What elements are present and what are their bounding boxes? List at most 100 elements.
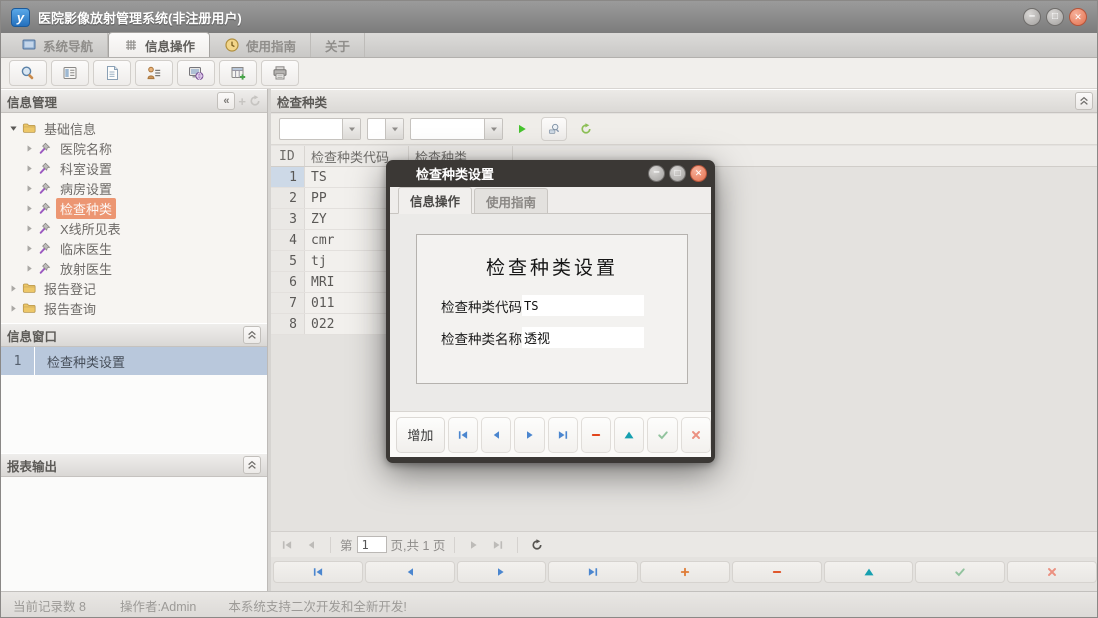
page-first-icon[interactable] [277, 535, 297, 555]
dialog-tab-信息操作[interactable]: 信息操作 [398, 187, 472, 214]
dropdown-caret-icon[interactable] [385, 119, 403, 139]
page-number-input[interactable] [357, 536, 387, 553]
sidebar: 信息管理 « + 基础信息医院名称科室设置病房设置检查种类X线所见表临床医生放射… [1, 89, 268, 591]
tab-关于[interactable]: 关于 [311, 33, 365, 57]
tree-item-科室设置[interactable]: 科室设置 [1, 158, 267, 178]
status-record-count: 当前记录数 8 [13, 596, 86, 615]
toolbar-form-button[interactable] [51, 60, 89, 86]
last-icon [557, 429, 569, 441]
tree-item-医院名称[interactable]: 医院名称 [1, 138, 267, 158]
expander-right-icon[interactable] [25, 264, 34, 273]
dialog-close-button[interactable] [690, 165, 707, 182]
dialog-minimize-button[interactable] [648, 165, 665, 182]
expander-down-icon[interactable] [9, 124, 18, 133]
dropdown-caret-icon[interactable] [484, 119, 502, 139]
tree-item-报告登记[interactable]: 报告登记 [1, 278, 267, 298]
refresh-button[interactable] [573, 117, 599, 141]
column-header[interactable]: ID [271, 146, 305, 166]
bottom-up-button[interactable] [824, 561, 914, 583]
toolbar-table-add-button[interactable] [219, 60, 257, 86]
dialog-x-button[interactable] [681, 417, 711, 453]
dialog-tab-使用指南[interactable]: 使用指南 [474, 188, 548, 213]
titlebar: y 医院影像放射管理系统(非注册用户) [1, 1, 1097, 33]
close-button[interactable] [1069, 8, 1087, 26]
dialog-check-button[interactable] [647, 417, 677, 453]
tab-信息操作[interactable]: 信息操作 [108, 32, 210, 57]
collapse-up-button[interactable] [1075, 92, 1093, 110]
tree-item-病房设置[interactable]: 病房设置 [1, 178, 267, 198]
page-refresh-icon[interactable] [527, 535, 547, 555]
expander-right-icon[interactable] [9, 284, 18, 293]
tree-item-放射医生[interactable]: 放射医生 [1, 258, 267, 278]
tree-item-X线所见表[interactable]: X线所见表 [1, 218, 267, 238]
dialog-up-button[interactable] [614, 417, 644, 453]
expander-right-icon[interactable] [25, 244, 34, 253]
add-record-button[interactable]: 增加 [396, 417, 445, 453]
toolbar-document-button[interactable] [93, 60, 131, 86]
info-window-row[interactable]: 1 检查种类设置 [1, 347, 267, 375]
dropdown-caret-icon[interactable] [342, 119, 360, 139]
expander-right-icon[interactable] [25, 224, 34, 233]
bottom-check-button[interactable] [915, 561, 1005, 583]
toolbar-search-button[interactable] [9, 60, 47, 86]
filter-combo-2[interactable] [367, 118, 404, 140]
filter-combo-1[interactable] [279, 118, 361, 140]
bottom-plus-button[interactable] [640, 561, 730, 583]
field-code-input[interactable] [522, 295, 644, 316]
field-name-input[interactable] [522, 327, 644, 348]
row-number: 1 [1, 347, 35, 375]
tree-item-报告查询[interactable]: 报告查询 [1, 298, 267, 318]
dialog-prev-button[interactable] [481, 417, 511, 453]
tab-使用指南[interactable]: 使用指南 [210, 33, 311, 57]
bottom-first-button[interactable] [273, 561, 363, 583]
prev-icon [404, 566, 416, 578]
bottom-last-button[interactable] [548, 561, 638, 583]
toolbar-user-list-button[interactable] [135, 60, 173, 86]
status-bar: 当前记录数 8 操作者:Admin 本系统支持二次开发和全新开发! [1, 591, 1097, 618]
bottom-minus-button[interactable] [732, 561, 822, 583]
page-last-icon[interactable] [488, 535, 508, 555]
dialog-minus-button[interactable] [581, 417, 611, 453]
collapse-up-button[interactable] [243, 456, 261, 474]
tree-item-临床医生[interactable]: 临床医生 [1, 238, 267, 258]
plus-icon [679, 566, 691, 578]
last-icon [587, 566, 599, 578]
page-prev-icon[interactable] [301, 535, 321, 555]
next-icon [495, 566, 507, 578]
pagination-bar: 第 页,共 1 页 [271, 531, 1098, 557]
info-window-header: 信息窗口 [1, 323, 267, 347]
collapse-left-button[interactable]: « [217, 92, 235, 110]
collapse-up-button[interactable] [243, 326, 261, 344]
expander-right-icon[interactable] [25, 204, 34, 213]
tree-item-检查种类[interactable]: 检查种类 [1, 198, 267, 218]
expander-right-icon[interactable] [25, 164, 34, 173]
toolbar-printer-button[interactable] [261, 60, 299, 86]
printer-icon [272, 65, 288, 81]
dialog-titlebar: 检查种类设置 [386, 160, 715, 187]
minimize-button[interactable] [1023, 8, 1041, 26]
folder-icon [22, 121, 36, 135]
toolbar-monitor-globe-button[interactable] [177, 60, 215, 86]
expander-right-icon[interactable] [25, 184, 34, 193]
filter-combo-3[interactable] [410, 118, 503, 140]
bottom-next-button[interactable] [457, 561, 547, 583]
expander-right-icon[interactable] [9, 304, 18, 313]
bottom-x-button[interactable] [1007, 561, 1097, 583]
page-next-icon[interactable] [464, 535, 484, 555]
maximize-button[interactable] [1046, 8, 1064, 26]
tool-icon [38, 201, 52, 215]
dialog-first-button[interactable] [448, 417, 478, 453]
dialog-last-button[interactable] [548, 417, 578, 453]
bottom-prev-button[interactable] [365, 561, 455, 583]
dialog-next-button[interactable] [514, 417, 544, 453]
dialog-body: 信息操作使用指南 检查种类设置 检查种类代码 检查种类名称 增加 [390, 187, 711, 457]
tool-icon [38, 141, 52, 155]
tree-item-基础信息[interactable]: 基础信息 [1, 118, 267, 138]
expander-right-icon[interactable] [25, 144, 34, 153]
run-query-button[interactable] [509, 117, 535, 141]
search-config-button[interactable] [541, 117, 567, 141]
tab-系统导航[interactable]: 系统导航 [7, 33, 108, 57]
bottom-bar [271, 559, 1098, 585]
dialog-maximize-button[interactable] [669, 165, 686, 182]
refresh-icon [580, 123, 592, 135]
